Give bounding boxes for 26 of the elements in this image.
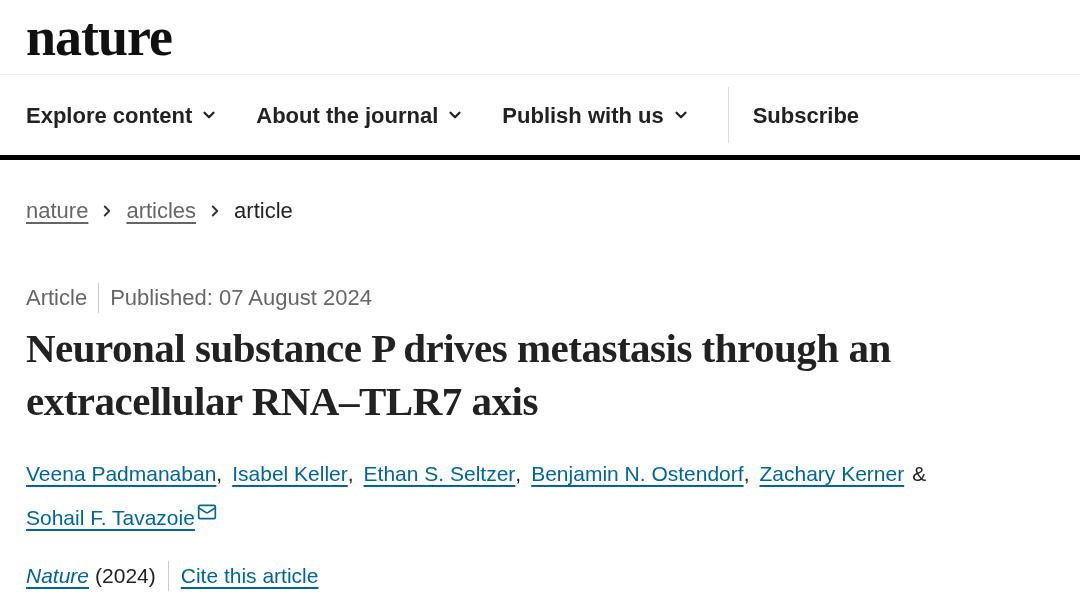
author-separator: ,: [743, 461, 750, 487]
author-separator: ,: [515, 461, 522, 487]
publication-year: (2024): [95, 563, 156, 589]
journal-link[interactable]: Nature: [26, 560, 90, 592]
nature-logo[interactable]: nature: [26, 10, 172, 64]
author-link[interactable]: Benjamin N. Ostendorf: [531, 452, 744, 496]
nav-menu-item[interactable]: Publish with us: [502, 98, 690, 132]
breadcrumb-link[interactable]: nature: [26, 194, 89, 227]
author-link[interactable]: Ethan S. Seltzer: [363, 452, 516, 496]
author-link[interactable]: Isabel Keller: [232, 452, 348, 496]
breadcrumb-link[interactable]: articles: [126, 194, 197, 227]
article-type: Article: [26, 284, 88, 312]
nav-menu-item[interactable]: Explore content: [26, 98, 219, 132]
cite-link[interactable]: Cite this article: [180, 560, 319, 592]
mail-icon[interactable]: [196, 502, 217, 522]
nav-menu-item[interactable]: About the journal: [256, 98, 465, 132]
breadcrumb-current[interactable]: article: [234, 194, 293, 227]
author-link[interactable]: Zachary Kerner: [759, 452, 905, 496]
publish-date: Published: 07 August 2024: [110, 284, 372, 312]
author-link[interactable]: Sohail F. Tavazoie: [26, 496, 195, 540]
author-separator: &: [912, 461, 927, 487]
nav-menu-item[interactable]: Subscribe: [752, 98, 860, 132]
author-separator: ,: [216, 461, 223, 487]
author-separator: ,: [347, 461, 354, 487]
author-link[interactable]: Veena Padmanaban: [26, 452, 217, 496]
article-title: Neuronal substance P drives metastasis through an extracellular RNA–TLR7 axis: [25, 324, 892, 426]
